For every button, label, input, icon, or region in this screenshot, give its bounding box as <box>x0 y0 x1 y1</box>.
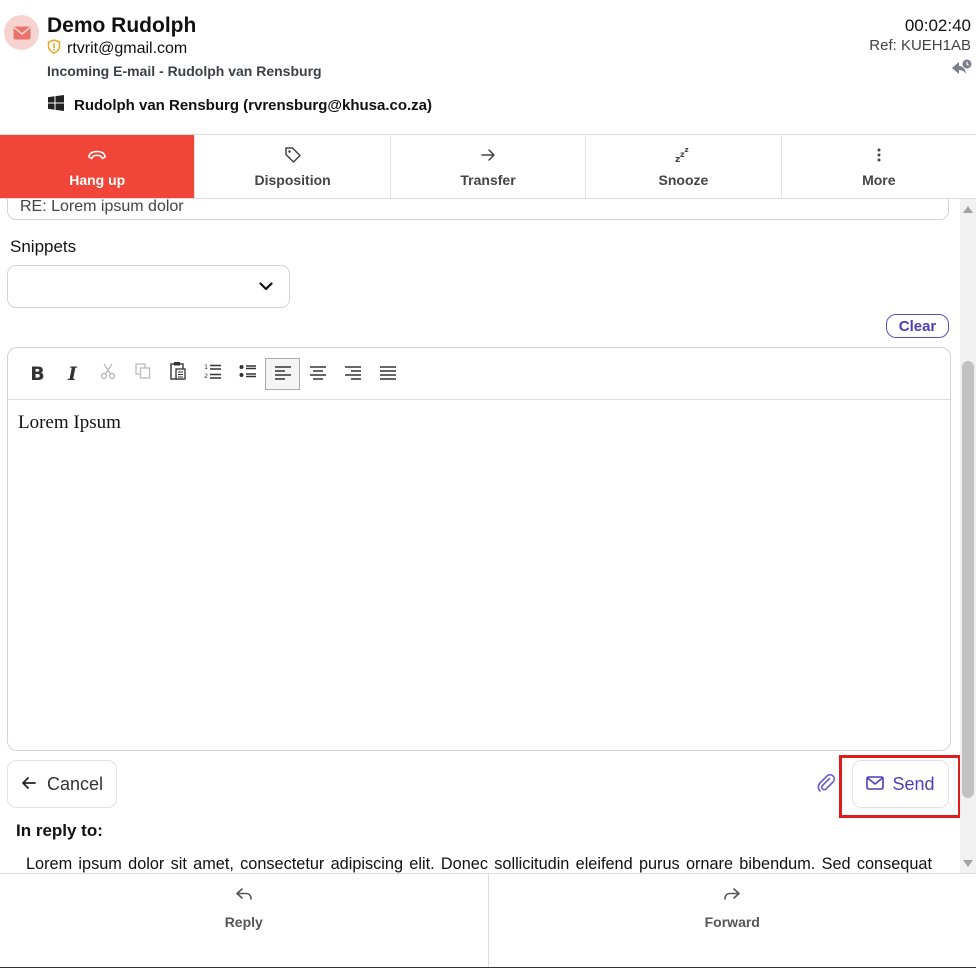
bold-icon: B <box>30 362 45 385</box>
tag-icon <box>284 146 302 164</box>
transfer-label: Transfer <box>460 171 516 188</box>
reference-code: Ref: KUEH1AB <box>869 37 971 54</box>
reply-label: Reply <box>224 914 263 930</box>
forward-arrow-icon <box>723 886 741 905</box>
snooze-icon: zzz <box>675 146 691 164</box>
scroll-up-arrow-icon[interactable] <box>963 206 973 213</box>
paperclip-icon[interactable] <box>816 773 836 798</box>
align-justify-button[interactable] <box>370 358 405 390</box>
mailbox-address: Rudolph van Rensburg (rvrensburg@khusa.c… <box>74 96 433 114</box>
editor-text: Lorem Ipsum <box>18 412 121 433</box>
editor-content[interactable]: Lorem Ipsum <box>8 400 950 446</box>
reply-later-icon[interactable] <box>950 58 972 83</box>
contact-email: rtvrit@gmail.com <box>67 40 188 57</box>
windows-icon <box>48 95 64 115</box>
italic-button[interactable]: I <box>55 358 90 390</box>
arrow-right-icon <box>480 146 496 164</box>
align-justify-icon <box>379 363 396 385</box>
hang-up-label: Hang up <box>69 171 126 188</box>
cut-button[interactable] <box>90 358 125 390</box>
clear-button[interactable]: Clear <box>886 314 949 338</box>
align-center-icon <box>309 363 326 385</box>
interaction-timer: 00:02:40 <box>904 16 971 35</box>
scroll-down-arrow-icon[interactable] <box>963 860 973 867</box>
transfer-button[interactable]: Transfer <box>391 135 587 198</box>
in-reply-body: Lorem ipsum dolor sit amet, consectetur … <box>26 855 932 873</box>
align-center-button[interactable] <box>300 358 335 390</box>
bottom-action-bar: Reply Forward <box>0 873 976 968</box>
svg-text:2: 2 <box>204 372 208 380</box>
disposition-button[interactable]: Disposition <box>195 135 391 198</box>
more-vertical-icon <box>877 146 881 164</box>
align-right-icon <box>344 363 361 385</box>
forward-button[interactable]: Forward <box>489 874 976 967</box>
snippets-label: Snippets <box>10 237 77 256</box>
snooze-label: Snooze <box>658 171 709 188</box>
copy-button[interactable] <box>125 358 160 390</box>
chevron-down-icon <box>259 278 273 296</box>
reply-button[interactable]: Reply <box>0 874 489 967</box>
bold-button[interactable]: B <box>20 358 55 390</box>
reply-arrow-icon <box>235 886 253 905</box>
numbered-list-button[interactable]: 12 <box>195 358 230 390</box>
subject-value: RE: Lorem ipsum dolor <box>20 199 184 215</box>
italic-icon: I <box>68 362 77 385</box>
subject-field[interactable]: RE: Lorem ipsum dolor <box>7 199 949 220</box>
contact-email-row: rtvrit@gmail.com <box>47 39 187 59</box>
paste-icon <box>169 361 187 386</box>
cut-icon <box>99 362 117 385</box>
shield-warning-icon <box>47 39 61 59</box>
call-action-toolbar: Hang up Disposition Transfer zzz Snooze … <box>0 134 976 199</box>
email-channel-icon <box>4 15 39 50</box>
align-right-button[interactable] <box>335 358 370 390</box>
arrow-left-icon <box>21 774 37 795</box>
mailbox-row: Rudolph van Rensburg (rvrensburg@khusa.c… <box>48 95 432 115</box>
hang-up-button[interactable]: Hang up <box>0 135 196 198</box>
forward-label: Forward <box>704 914 760 930</box>
snippets-select[interactable] <box>7 265 290 308</box>
svg-text:z: z <box>685 146 689 154</box>
contact-name: Demo Rudolph <box>47 14 197 37</box>
compose-scroll-area[interactable]: RE: Lorem ipsum dolor Snippets Clear B I… <box>0 199 960 873</box>
disposition-label: Disposition <box>254 171 331 188</box>
align-left-icon <box>274 363 291 385</box>
in-reply-label: In reply to: <box>16 821 103 840</box>
more-button[interactable]: More <box>782 135 976 198</box>
copy-icon <box>134 362 152 385</box>
rich-text-editor: B I 12 Lorem Ipsum <box>7 347 951 751</box>
bullet-list-button[interactable] <box>230 358 265 390</box>
vertical-scrollbar[interactable] <box>960 199 976 873</box>
cancel-label: Cancel <box>46 773 104 794</box>
scrollbar-thumb[interactable] <box>962 361 974 798</box>
interaction-subtitle: Incoming E-mail - Rudolph van Rensburg <box>47 63 322 79</box>
bullet-list-icon <box>239 362 257 385</box>
phone-hangup-icon <box>87 146 107 164</box>
paste-button[interactable] <box>160 358 195 390</box>
contact-header: Demo Rudolph rtvrit@gmail.com Incoming E… <box>0 0 976 134</box>
editor-toolbar: B I 12 <box>8 348 950 400</box>
snooze-button[interactable]: zzz Snooze <box>586 135 782 198</box>
more-label: More <box>862 171 896 188</box>
numbered-list-icon: 12 <box>204 362 222 385</box>
cancel-button[interactable]: Cancel <box>7 760 117 808</box>
svg-text:1: 1 <box>204 363 208 371</box>
align-left-button[interactable] <box>265 357 300 390</box>
send-highlight-box <box>839 755 960 818</box>
